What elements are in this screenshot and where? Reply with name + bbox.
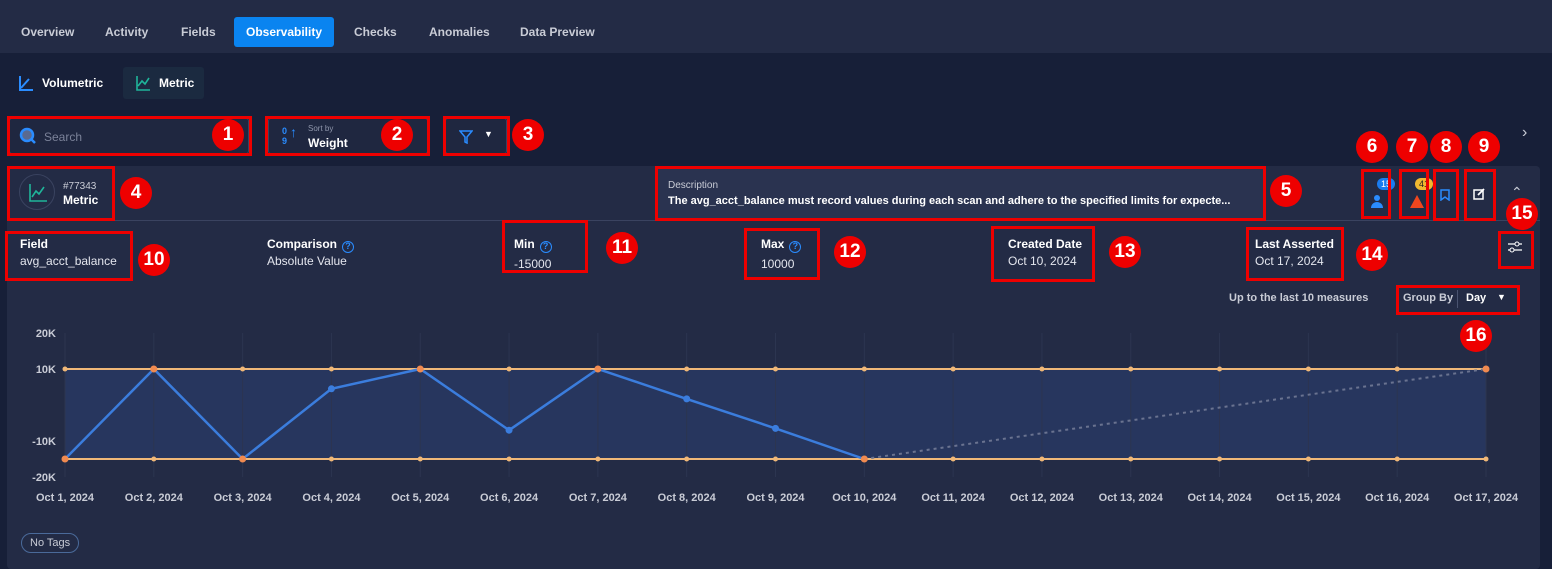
- annotation-number: 10: [138, 244, 170, 276]
- annotation-number: 14: [1356, 239, 1388, 271]
- y-tick-label: -10K: [32, 436, 56, 448]
- limit-point: [1305, 456, 1311, 462]
- limit-point: [62, 366, 68, 372]
- limit-point: [506, 366, 512, 372]
- limit-point: [1394, 456, 1400, 462]
- limit-point: [1394, 366, 1400, 372]
- x-tick-label: Oct 12, 2024: [1010, 492, 1075, 504]
- limit-point: [950, 456, 956, 462]
- data-point: [772, 424, 779, 432]
- metric-chart: 20K 10K -10K -20K Oct 1, 2024 Oct 2, 2024 Oct …: [32, 328, 1519, 504]
- limit-point: [1128, 366, 1134, 372]
- annotation-number: 5: [1270, 175, 1302, 207]
- limit-point: [1217, 456, 1223, 462]
- x-tick-label: Oct 4, 2024: [302, 492, 361, 504]
- limit-point: [773, 366, 778, 372]
- limit-point: [417, 456, 423, 462]
- limit-point: [950, 366, 956, 372]
- x-tick-label: Oct 1, 2024: [36, 492, 95, 504]
- limit-point: [773, 456, 778, 462]
- y-tick-label: 10K: [36, 364, 56, 376]
- x-tick-label: Oct 6, 2024: [480, 492, 539, 504]
- limit-point: [151, 456, 157, 462]
- x-tick-label: Oct 9, 2024: [746, 492, 805, 504]
- annotation-number: 1: [212, 119, 244, 151]
- data-point: [860, 455, 868, 463]
- annotation-number: 8: [1430, 131, 1462, 163]
- x-tick-label: Oct 2, 2024: [125, 492, 184, 504]
- annotation-number: 15: [1506, 198, 1538, 230]
- x-tick-label: Oct 10, 2024: [832, 492, 897, 504]
- limit-point: [240, 366, 246, 372]
- limit-point: [861, 366, 867, 372]
- data-point: [594, 365, 602, 373]
- x-tick-label: Oct 16, 2024: [1365, 492, 1430, 504]
- annotation-number: 13: [1109, 236, 1141, 268]
- limit-point: [328, 366, 334, 372]
- x-tick-label: Oct 17, 2024: [1454, 492, 1519, 504]
- limit-point: [328, 456, 334, 462]
- annotation-number: 2: [381, 119, 413, 151]
- x-tick-label: Oct 14, 2024: [1187, 492, 1252, 504]
- limit-point: [684, 456, 690, 462]
- data-point: [61, 455, 69, 463]
- limit-point: [1305, 366, 1311, 372]
- y-tick-label: 20K: [36, 328, 56, 340]
- data-point: [683, 395, 691, 403]
- annotation-number: 16: [1460, 320, 1492, 352]
- limit-point: [1217, 366, 1223, 372]
- limit-point: [1128, 456, 1134, 462]
- x-tick-label: Oct 15, 2024: [1276, 492, 1341, 504]
- data-point: [239, 455, 247, 463]
- data-point: [150, 365, 158, 373]
- annotation-number: 9: [1468, 131, 1500, 163]
- x-tick-label: Oct 3, 2024: [214, 492, 273, 504]
- y-tick-label: -20K: [32, 472, 56, 484]
- annotation-number: 7: [1396, 131, 1428, 163]
- x-tick-label: Oct 5, 2024: [391, 492, 450, 504]
- limit-point: [1039, 366, 1045, 372]
- limit-point: [684, 366, 690, 372]
- x-tick-label: Oct 11, 2024: [921, 492, 985, 504]
- data-point: [416, 365, 424, 373]
- x-tick-label: Oct 13, 2024: [1099, 492, 1164, 504]
- limit-point: [1039, 456, 1045, 462]
- annotation-number: 3: [512, 119, 544, 151]
- projection-point: [1482, 365, 1490, 373]
- x-tick-label: Oct 7, 2024: [569, 492, 628, 504]
- limit-point: [1483, 456, 1489, 462]
- annotation-number: 11: [606, 232, 638, 264]
- limit-point: [595, 456, 601, 462]
- annotation-number: 4: [120, 177, 152, 209]
- annotation-number: 12: [834, 236, 866, 268]
- x-tick-label: Oct 8, 2024: [658, 492, 717, 504]
- data-point: [327, 385, 335, 393]
- limit-point: [506, 456, 512, 462]
- data-point: [505, 426, 513, 434]
- annotation-number: 6: [1356, 131, 1388, 163]
